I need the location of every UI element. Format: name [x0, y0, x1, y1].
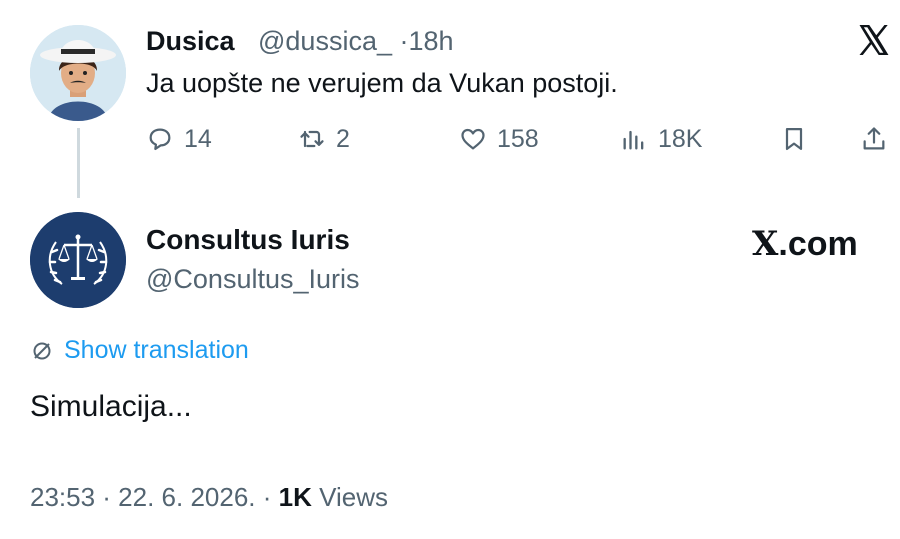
like-icon: [461, 128, 485, 150]
reply-footer: 23:53 · 22. 6. 2026. · 1K Views: [30, 482, 388, 513]
thread-connector-line: [77, 128, 80, 198]
views-button[interactable]: 18K: [620, 122, 702, 156]
meta-separator: ·: [399, 26, 409, 56]
retweet-button[interactable]: 2: [298, 122, 350, 156]
tweet-text: Ja uopšte ne verujem da Vukan postoji.: [146, 68, 618, 98]
share-icon: [863, 127, 885, 150]
reply-timestamp[interactable]: 23:53 · 22. 6. 2026. ·: [30, 482, 271, 512]
reply-text: Simulacija...: [30, 390, 192, 423]
x-com-watermark: X.com: [752, 224, 858, 264]
avatar-illustration: [30, 25, 126, 121]
bookmark-icon: [785, 127, 803, 151]
bookmark-button[interactable]: [780, 122, 808, 156]
retweet-icon: [300, 130, 324, 148]
reply-views-label: Views: [319, 482, 388, 512]
show-translation-label[interactable]: Show translation: [64, 336, 249, 365]
x-logo-letter: X: [752, 224, 779, 264]
like-button[interactable]: 158: [459, 122, 539, 156]
views-icon: [623, 130, 644, 150]
watermark-text: .com: [778, 225, 858, 263]
like-count: 158: [497, 124, 539, 153]
tweet-meta: @dussica_ ·18h: [258, 26, 454, 57]
tweet-handle[interactable]: @dussica_: [258, 26, 392, 56]
show-translation-link[interactable]: Show translation: [30, 336, 249, 365]
reply-button[interactable]: 14: [146, 122, 212, 156]
reply-views-count: 1K: [278, 482, 312, 512]
tweet-time[interactable]: 18h: [409, 26, 454, 56]
share-button[interactable]: [860, 122, 888, 156]
avatar-dusica[interactable]: [30, 25, 126, 121]
translate-icon: [33, 342, 51, 359]
avatar-consultus-iuris[interactable]: [30, 212, 126, 308]
x-logo-icon: [855, 22, 891, 58]
reply-handle[interactable]: @Consultus_Iuris: [146, 264, 360, 295]
reply-author-name[interactable]: Consultus Iuris: [146, 224, 350, 256]
views-count: 18K: [658, 124, 703, 153]
reply-icon: [149, 128, 171, 151]
reply-count: 14: [184, 124, 212, 153]
scales-of-justice-icon: [30, 212, 126, 308]
tweet-author-name[interactable]: Dusica: [146, 26, 235, 57]
retweet-count: 2: [336, 124, 350, 153]
